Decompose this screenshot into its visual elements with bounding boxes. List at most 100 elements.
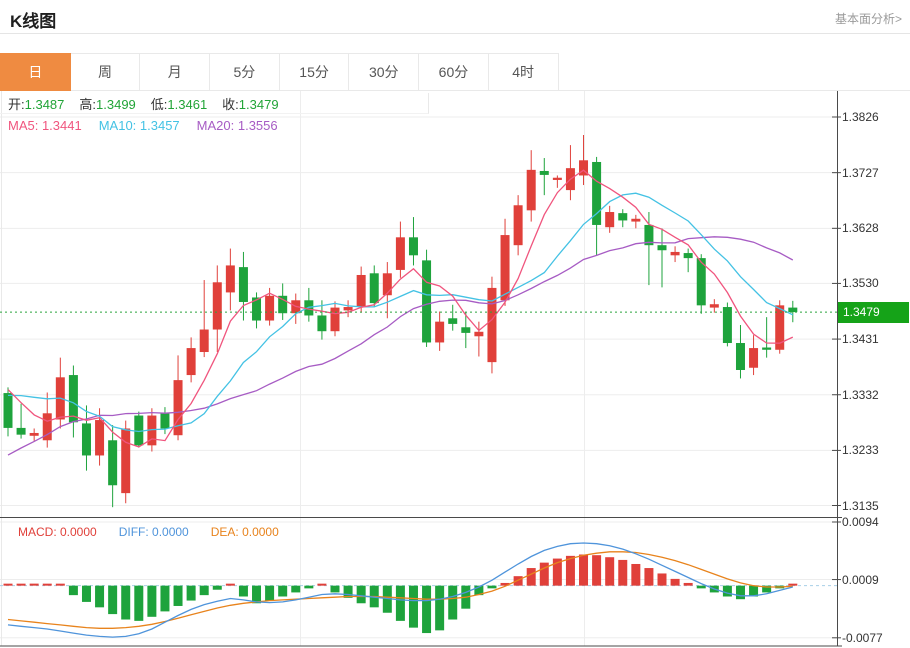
candle-body [474, 332, 483, 336]
macd-bar [788, 584, 797, 586]
candle-body [658, 245, 667, 250]
macd-bar [396, 586, 405, 621]
macd-bar [252, 586, 261, 604]
macd-bar [579, 555, 588, 586]
candle-body [710, 304, 719, 307]
candle-body [540, 171, 549, 175]
y-axis-label: 1.3431 [842, 332, 879, 347]
macd-bar [605, 557, 614, 585]
macd-bar [448, 586, 457, 620]
y-axis-label: 1.3826 [842, 110, 879, 125]
macd-bar [291, 586, 300, 593]
macd-bar [147, 586, 156, 617]
macd-bar [4, 584, 13, 586]
macd-bar [723, 586, 732, 597]
macd-bar [631, 564, 640, 586]
candle-body [30, 433, 39, 436]
ma-legend: MA5: 1.3441MA10: 1.3457MA20: 1.3556 [8, 116, 278, 134]
candle-body [370, 273, 379, 303]
y-axis-label: 1.3727 [842, 166, 879, 181]
tab-5分[interactable]: 5分 [209, 53, 280, 91]
tab-4时[interactable]: 4时 [488, 53, 559, 91]
candle-body [121, 428, 130, 493]
candle-body [357, 275, 366, 307]
macd-bar [357, 586, 366, 604]
candle-body [187, 348, 196, 375]
candle-body [448, 318, 457, 324]
macd-bar [226, 584, 235, 586]
macd-legend-item: DIFF: 0.0000 [119, 525, 189, 539]
macd-bar [422, 586, 431, 633]
tab-60分[interactable]: 60分 [418, 53, 489, 91]
ma5-line [8, 170, 793, 447]
ohlc-item: 高:1.3499 [79, 94, 135, 113]
macd-bar [658, 573, 667, 585]
y-axis-label: -0.0077 [842, 631, 883, 646]
candle-body [200, 330, 209, 352]
candle-body [69, 375, 78, 422]
macd-bar [527, 568, 536, 586]
candle-body [501, 235, 510, 300]
macd-bar [331, 586, 340, 593]
candle-body [396, 237, 405, 270]
candle-body [736, 343, 745, 370]
macd-bar [239, 586, 248, 597]
candle-body [684, 253, 693, 258]
candle-body [409, 237, 418, 255]
ma-legend-item: MA10: 1.3457 [99, 118, 180, 133]
ma-legend-item: MA5: 1.3441 [8, 118, 82, 133]
candle-body [160, 413, 169, 428]
macd-bar [278, 586, 287, 597]
macd-legend: MACD: 0.0000DIFF: 0.0000DEA: 0.0000 [18, 524, 279, 540]
candle-body [239, 267, 248, 302]
macd-bar [121, 586, 130, 620]
macd-bar [82, 586, 91, 602]
candle-body [527, 170, 536, 210]
ohlc-legend: 开:1.3487高:1.3499低:1.3461收:1.3479 [0, 93, 429, 114]
y-axis-label: 1.3628 [842, 221, 879, 236]
macd-bar [487, 586, 496, 589]
fundamental-analysis-link[interactable]: 基本面分析> [835, 10, 902, 27]
macd-bar [17, 584, 26, 586]
macd-bar [160, 586, 169, 612]
macd-bar [435, 586, 444, 631]
candle-body [553, 178, 562, 180]
macd-bar [644, 568, 653, 586]
candle-body [213, 282, 222, 329]
macd-bar [409, 586, 418, 628]
macd-bar [265, 586, 274, 601]
current-price-value: 1.3479 [843, 305, 880, 319]
tab-30分[interactable]: 30分 [348, 53, 419, 91]
y-axis-label: 0.0094 [842, 515, 879, 530]
chart-area[interactable]: 开:1.3487高:1.3499低:1.3461收:1.3479 MA5: 1.… [0, 91, 910, 648]
candle-body [4, 393, 13, 428]
page-header: K线图 基本面分析> [0, 0, 910, 34]
tab-周[interactable]: 周 [70, 53, 141, 91]
timeframe-tabbar: 日周月5分15分30分60分4时 [0, 53, 910, 91]
y-axis-label: 0.0009 [842, 573, 879, 588]
macd-bar [108, 586, 117, 614]
tab-15分[interactable]: 15分 [279, 53, 350, 91]
macd-bar [213, 586, 222, 590]
macd-bar [30, 584, 39, 586]
macd-legend-item: DEA: 0.0000 [211, 525, 279, 539]
tab-日[interactable]: 日 [0, 53, 71, 91]
macd-bar [187, 586, 196, 601]
macd-bar [697, 586, 706, 589]
candle-body [265, 296, 274, 321]
macd-bar [684, 583, 693, 586]
tab-月[interactable]: 月 [139, 53, 210, 91]
candle-body [618, 213, 627, 220]
candle-body [788, 308, 797, 312]
y-axis-label: 1.3135 [842, 499, 879, 514]
candle-body [749, 348, 758, 368]
macd-bar [736, 586, 745, 600]
candle-body [461, 327, 470, 333]
current-price-tag: 1.3479 [838, 302, 909, 323]
ohlc-item: 开:1.3487 [8, 94, 64, 113]
macd-bar [618, 560, 627, 586]
macd-bar [43, 584, 52, 586]
candle-body [435, 322, 444, 343]
macd-bar [566, 556, 575, 586]
macd-bar [317, 584, 326, 586]
